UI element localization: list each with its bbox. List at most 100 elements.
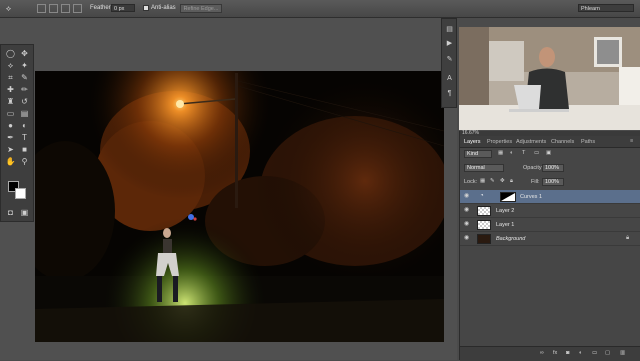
lock-label: Lock:	[464, 179, 478, 185]
healing-brush-icon[interactable]: ✚	[5, 84, 16, 95]
new-layer-icon[interactable]: ▢	[605, 350, 610, 356]
pen-tool-icon[interactable]: ✒	[5, 132, 16, 143]
marquee-tool-icon[interactable]: ◯	[5, 48, 16, 59]
link-icon[interactable]: ∞	[540, 350, 544, 356]
trash-icon[interactable]: ▥	[620, 350, 625, 356]
layer-row-background[interactable]: ◉ Background 🔒︎	[460, 232, 640, 246]
presenter-video	[459, 27, 640, 130]
layer-mask-thumbnail[interactable]	[500, 192, 516, 202]
curves-icon: ◔	[480, 193, 484, 199]
eye-icon[interactable]: ◉	[464, 235, 472, 242]
hand-tool-icon[interactable]: ✋	[5, 156, 16, 167]
options-bar: ⟡ Feather: 0 px Anti-alias Refine Edge..…	[0, 0, 640, 18]
background-color-swatch[interactable]	[15, 188, 26, 199]
layer-thumbnail	[477, 206, 491, 216]
tab-channels[interactable]: Channels	[551, 139, 574, 145]
pixel-filter-icon[interactable]: ▦	[498, 150, 503, 156]
kind-filter-select[interactable]: Kind	[464, 150, 492, 158]
presenter-video-image	[459, 27, 640, 130]
opacity-input[interactable]: 100%	[542, 164, 564, 172]
night-scene-image	[35, 71, 444, 342]
path-select-icon[interactable]: ➤	[5, 144, 16, 155]
lasso-tool-icon[interactable]: ⟡	[5, 60, 16, 71]
lock-all-icon[interactable]: 🔒︎	[510, 178, 513, 185]
opacity-value: 100%	[545, 165, 560, 171]
antialias-checkbox[interactable]	[143, 5, 149, 11]
tab-layers[interactable]: Layers	[464, 139, 481, 145]
lock-icon: 🔒︎	[626, 235, 630, 241]
layer-name[interactable]: Curves 1	[520, 194, 542, 200]
adjustment-filter-icon[interactable]: ◐	[510, 150, 513, 156]
paragraph-panel-icon[interactable]: ¶	[445, 89, 454, 98]
image-canvas[interactable]	[35, 71, 444, 342]
subtract-selection-icon[interactable]	[61, 4, 70, 13]
antialias-label: Anti-alias	[151, 5, 176, 11]
add-selection-icon[interactable]	[49, 4, 58, 13]
eye-icon[interactable]: ◉	[464, 207, 472, 214]
quick-select-icon[interactable]: ✦	[19, 60, 30, 71]
screen-mode-icon[interactable]: ▣	[19, 207, 30, 218]
shape-tool-icon[interactable]: ■	[19, 144, 30, 155]
crop-tool-icon[interactable]: ⌗	[5, 72, 16, 83]
eraser-tool-icon[interactable]: ▭	[5, 108, 16, 119]
kind-label: Kind	[467, 151, 479, 157]
feather-label: Feather:	[90, 5, 113, 11]
intersect-selection-icon[interactable]	[73, 4, 82, 13]
brush-panel-icon[interactable]: ✎	[445, 55, 454, 64]
character-panel-icon[interactable]: A	[445, 74, 454, 83]
brush-tool-icon[interactable]: ✏	[19, 84, 30, 95]
refine-edge-button[interactable]: Refine Edge...	[180, 4, 222, 13]
collapsed-panel-dock: ▤ ▶ ✎ A ¶	[441, 18, 457, 108]
toolbox: ◯ ✥ ⟡ ✦ ⌗ ✎ ✚ ✏ ♜ ↺ ▭ ▤ ● ◐ ✒ T ➤ ■ ✋ ⚲ …	[0, 44, 34, 222]
fx-icon[interactable]: fx	[553, 350, 557, 356]
workspace-select[interactable]: Phlearn	[578, 4, 634, 12]
history-panel-icon[interactable]: ▤	[445, 25, 454, 34]
type-filter-icon[interactable]: T	[522, 150, 525, 156]
panel-tabs: Layers Properties Adjustments Channels P…	[460, 136, 640, 148]
panel-menu-icon[interactable]: ≡	[630, 138, 633, 144]
layer-row-layer-1[interactable]: ◉ Layer 1	[460, 218, 640, 232]
type-tool-icon[interactable]: T	[19, 132, 30, 143]
new-selection-icon[interactable]	[37, 4, 46, 13]
lock-pixels-icon[interactable]: ✎	[490, 178, 495, 184]
blend-mode-value: Normal	[467, 165, 485, 171]
history-brush-icon[interactable]: ↺	[19, 96, 30, 107]
lasso-tool-icon[interactable]: ⟡	[3, 3, 14, 14]
tab-paths[interactable]: Paths	[581, 139, 595, 145]
tab-adjustments[interactable]: Adjustments	[516, 139, 546, 145]
workspace-value: Phlearn	[581, 6, 600, 12]
layers-footer: ∞ fx ◙ ◐ ▭ ▢ ▥	[460, 346, 640, 361]
lock-position-icon[interactable]: ✥	[500, 178, 505, 184]
new-group-icon[interactable]: ▭	[592, 350, 597, 356]
layer-thumbnail	[477, 220, 491, 230]
eyedropper-icon[interactable]: ✎	[19, 72, 30, 83]
layer-name[interactable]: Layer 2	[496, 208, 514, 214]
layers-panel: 16.67% Layers Properties Adjustments Cha…	[459, 130, 640, 361]
quick-mask-icon[interactable]: ◘	[5, 207, 16, 218]
opacity-label: Opacity:	[523, 165, 544, 171]
fill-label: Fill:	[531, 179, 540, 185]
layer-name[interactable]: Background	[496, 236, 525, 242]
lock-transparency-icon[interactable]: ▦	[480, 178, 485, 184]
shape-filter-icon[interactable]: ▭	[534, 150, 539, 156]
tab-properties[interactable]: Properties	[487, 139, 512, 145]
dodge-tool-icon[interactable]: ◐	[19, 120, 30, 131]
eye-icon[interactable]: ◉	[464, 193, 472, 200]
new-adjustment-icon[interactable]: ◐	[579, 350, 582, 356]
move-tool-icon[interactable]: ✥	[19, 48, 30, 59]
clone-stamp-icon[interactable]: ♜	[5, 96, 16, 107]
eye-icon[interactable]: ◉	[464, 221, 472, 228]
actions-panel-icon[interactable]: ▶	[445, 39, 454, 48]
zoom-tool-icon[interactable]: ⚲	[19, 156, 30, 167]
blur-tool-icon[interactable]: ●	[5, 120, 16, 131]
blend-mode-select[interactable]: Normal	[464, 164, 504, 172]
add-mask-icon[interactable]: ◙	[566, 350, 569, 356]
gradient-tool-icon[interactable]: ▤	[19, 108, 30, 119]
layer-thumbnail	[477, 234, 491, 244]
fill-input[interactable]: 100%	[542, 178, 564, 186]
layer-name[interactable]: Layer 1	[496, 222, 514, 228]
layer-row-layer-2[interactable]: ◉ Layer 2	[460, 204, 640, 218]
feather-input[interactable]: 0 px	[111, 4, 135, 12]
layer-row-curves[interactable]: ◉ ◔ Curves 1	[460, 190, 640, 204]
smart-object-filter-icon[interactable]: ▣	[546, 150, 551, 156]
